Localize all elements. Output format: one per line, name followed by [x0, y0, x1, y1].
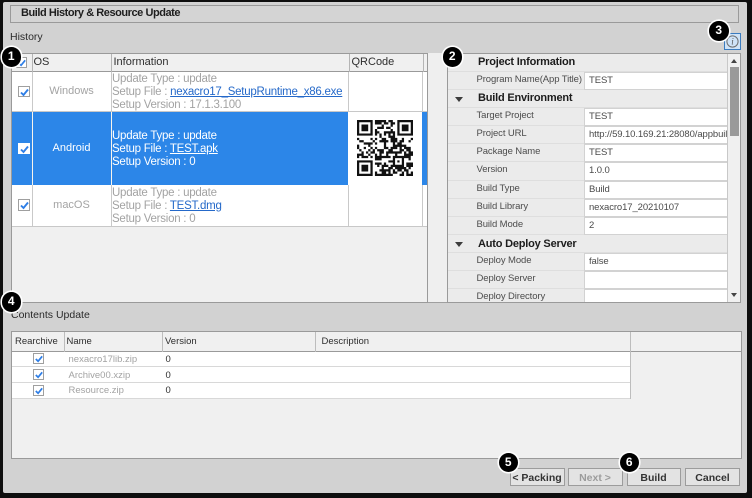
svg-text:i: i	[731, 37, 734, 47]
